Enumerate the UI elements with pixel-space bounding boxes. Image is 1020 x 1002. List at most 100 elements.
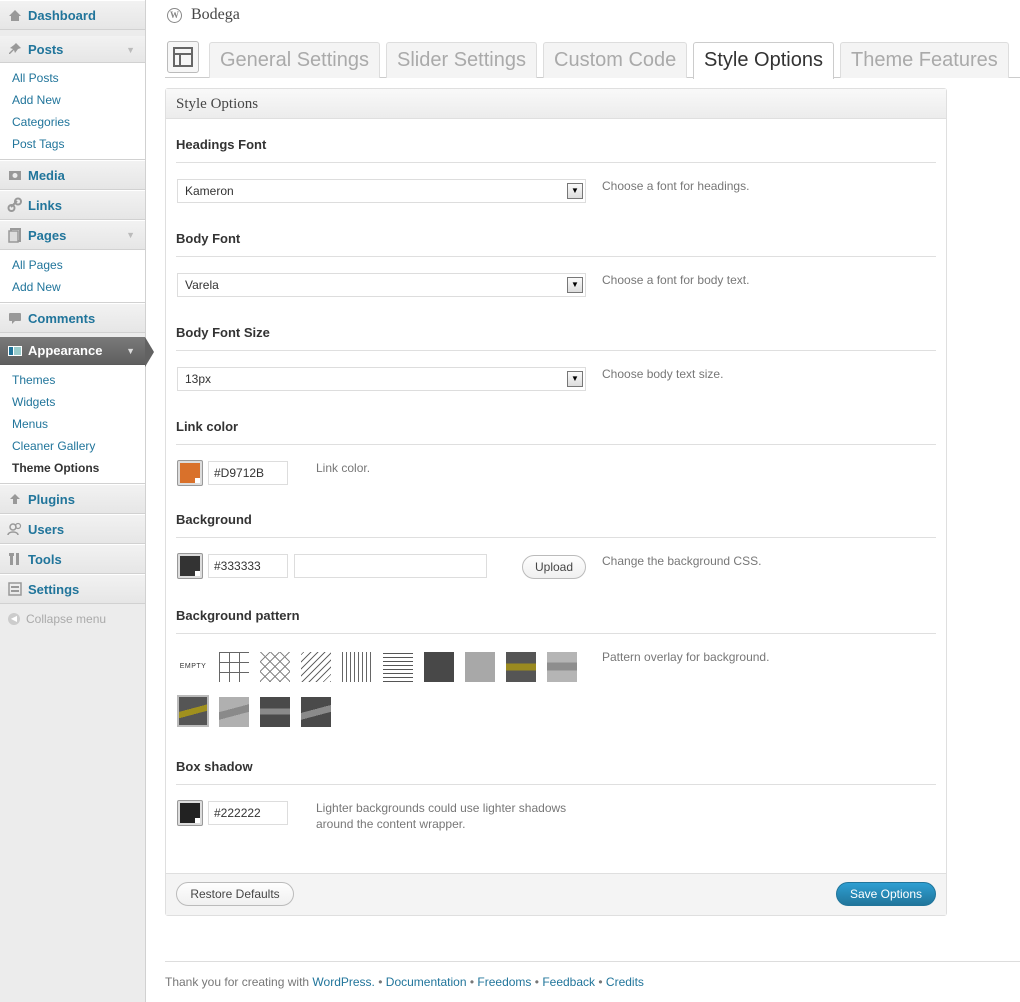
box-shadow-desc: Lighter backgrounds could use lighter sh… <box>316 801 567 831</box>
pattern-horizontal-lines[interactable] <box>382 651 414 683</box>
link-color-desc: Link color. <box>316 461 371 475</box>
pattern-vertical-lines[interactable] <box>341 651 373 683</box>
footer-link-freedoms[interactable]: Freedoms <box>477 975 531 989</box>
restore-defaults-button[interactable]: Restore Defaults <box>176 882 294 906</box>
appearance-icon <box>7 343 23 359</box>
background-desc: Change the background CSS. <box>602 554 762 568</box>
upload-button[interactable]: Upload <box>522 555 586 579</box>
link-color-swatch[interactable] <box>177 460 203 486</box>
panel-title: Style Options <box>166 89 946 119</box>
link-icon <box>7 197 23 213</box>
settings-tabs: General Settings Slider Settings Custom … <box>165 40 1020 79</box>
divider <box>176 784 936 785</box>
menu-settings[interactable]: Settings <box>0 574 145 604</box>
dashboard-icon <box>7 7 23 23</box>
active-menu-pointer <box>145 337 154 367</box>
sidebar-item-all-posts[interactable]: All Posts <box>0 67 145 89</box>
tab-slider-settings[interactable]: Slider Settings <box>386 42 537 78</box>
pattern-dark-gray-stripe[interactable] <box>259 696 291 728</box>
body-font-size-select[interactable]: 13px ▼ <box>177 367 586 391</box>
divider <box>176 444 936 445</box>
sidebar-item-theme-options[interactable]: Theme Options <box>0 457 145 479</box>
settings-icon <box>7 581 23 597</box>
background-color-input[interactable]: #333333 <box>208 554 288 578</box>
pushpin-icon <box>7 41 23 57</box>
style-options-panel: Style Options Headings Font Kameron ▼ Ch… <box>165 88 947 916</box>
collapse-menu[interactable]: ◀ Collapse menu <box>0 604 145 634</box>
menu-appearance[interactable]: Appearance ▼ <box>0 333 154 367</box>
plugin-icon <box>7 491 23 507</box>
background-image-url-input[interactable] <box>294 554 487 578</box>
pattern-dark-yellow-diagonal[interactable] <box>177 695 209 727</box>
divider <box>176 350 936 351</box>
sidebar-item-post-tags[interactable]: Post Tags <box>0 133 145 155</box>
pattern-diagonal-lines[interactable] <box>300 651 332 683</box>
sidebar-item-categories[interactable]: Categories <box>0 111 145 133</box>
pattern-empty[interactable]: EMPTY <box>177 651 209 683</box>
body-font-select[interactable]: Varela ▼ <box>177 273 586 297</box>
background-color-swatch[interactable] <box>177 553 203 579</box>
admin-footer: Thank you for creating with WordPress. •… <box>165 961 1020 989</box>
tab-general-settings[interactable]: General Settings <box>209 42 380 78</box>
site-title: W Bodega <box>167 6 240 24</box>
footer-link-documentation[interactable]: Documentation <box>386 975 467 989</box>
chevron-down-icon[interactable]: ▼ <box>126 45 135 55</box>
users-icon <box>7 521 23 537</box>
tab-theme-features[interactable]: Theme Features <box>840 42 1009 78</box>
link-color-input[interactable]: #D9712B <box>208 461 288 485</box>
divider <box>176 537 936 538</box>
sidebar-item-add-new-page[interactable]: Add New <box>0 276 145 298</box>
menu-users[interactable]: Users <box>0 514 145 544</box>
sidebar-item-menus[interactable]: Menus <box>0 413 145 435</box>
pattern-crosshatch[interactable] <box>259 651 291 683</box>
sidebar-item-all-pages[interactable]: All Pages <box>0 254 145 276</box>
tools-icon <box>7 551 23 567</box>
menu-tools[interactable]: Tools <box>0 544 145 574</box>
background-label: Background <box>176 512 252 527</box>
pattern-grid[interactable] <box>218 651 250 683</box>
dropdown-arrow-icon[interactable]: ▼ <box>567 183 583 199</box>
sidebar-item-widgets[interactable]: Widgets <box>0 391 145 413</box>
wordpress-logo-icon: W <box>167 7 182 23</box>
menu-plugins[interactable]: Plugins <box>0 484 145 514</box>
body-font-size-desc: Choose body text size. <box>602 367 724 381</box>
appearance-submenu: Themes Widgets Menus Cleaner Gallery The… <box>0 365 145 484</box>
headings-font-select[interactable]: Kameron ▼ <box>177 179 586 203</box>
menu-links[interactable]: Links <box>0 190 145 220</box>
background-pattern-label: Background pattern <box>176 608 300 623</box>
menu-dashboard[interactable]: Dashboard <box>0 0 145 30</box>
dropdown-arrow-icon[interactable]: ▼ <box>567 277 583 293</box>
pattern-dark-noise[interactable] <box>423 651 455 683</box>
tab-style-options[interactable]: Style Options <box>693 42 834 79</box>
pattern-light-noise[interactable] <box>464 651 496 683</box>
pages-icon <box>7 227 23 243</box>
footer-link-feedback[interactable]: Feedback <box>542 975 595 989</box>
menu-pages[interactable]: Pages ▼ <box>0 220 145 250</box>
sidebar-item-cleaner-gallery[interactable]: Cleaner Gallery <box>0 435 145 457</box>
media-icon <box>7 167 23 183</box>
dropdown-arrow-icon[interactable]: ▼ <box>567 371 583 387</box>
body-font-label: Body Font <box>176 231 241 246</box>
menu-posts[interactable]: Posts ▼ <box>0 30 145 63</box>
sidebar-item-themes[interactable]: Themes <box>0 369 145 391</box>
pattern-dark-gray-diagonal[interactable] <box>300 696 332 728</box>
box-shadow-color-swatch[interactable] <box>177 800 203 826</box>
body-font-desc: Choose a font for body text. <box>602 273 750 287</box>
pattern-light-gray-stripe[interactable] <box>546 651 578 683</box>
body-font-size-label: Body Font Size <box>176 325 270 340</box>
menu-media[interactable]: Media <box>0 160 145 190</box>
footer-link-wordpress[interactable]: WordPress. <box>312 975 374 989</box>
pattern-light-gray-diagonal[interactable] <box>218 696 250 728</box>
divider <box>176 633 936 634</box>
menu-comments[interactable]: Comments <box>0 303 145 333</box>
footer-link-credits[interactable]: Credits <box>606 975 644 989</box>
tab-custom-code[interactable]: Custom Code <box>543 42 688 78</box>
pattern-dark-yellow-stripe[interactable] <box>505 651 537 683</box>
link-color-label: Link color <box>176 419 239 434</box>
background-pattern-desc: Pattern overlay for background. <box>602 650 770 664</box>
chevron-down-icon[interactable]: ▼ <box>126 346 135 356</box>
box-shadow-color-input[interactable]: #222222 <box>208 801 288 825</box>
chevron-down-icon[interactable]: ▼ <box>126 230 135 240</box>
save-options-button[interactable]: Save Options <box>836 882 936 906</box>
sidebar-item-add-new-post[interactable]: Add New <box>0 89 145 111</box>
